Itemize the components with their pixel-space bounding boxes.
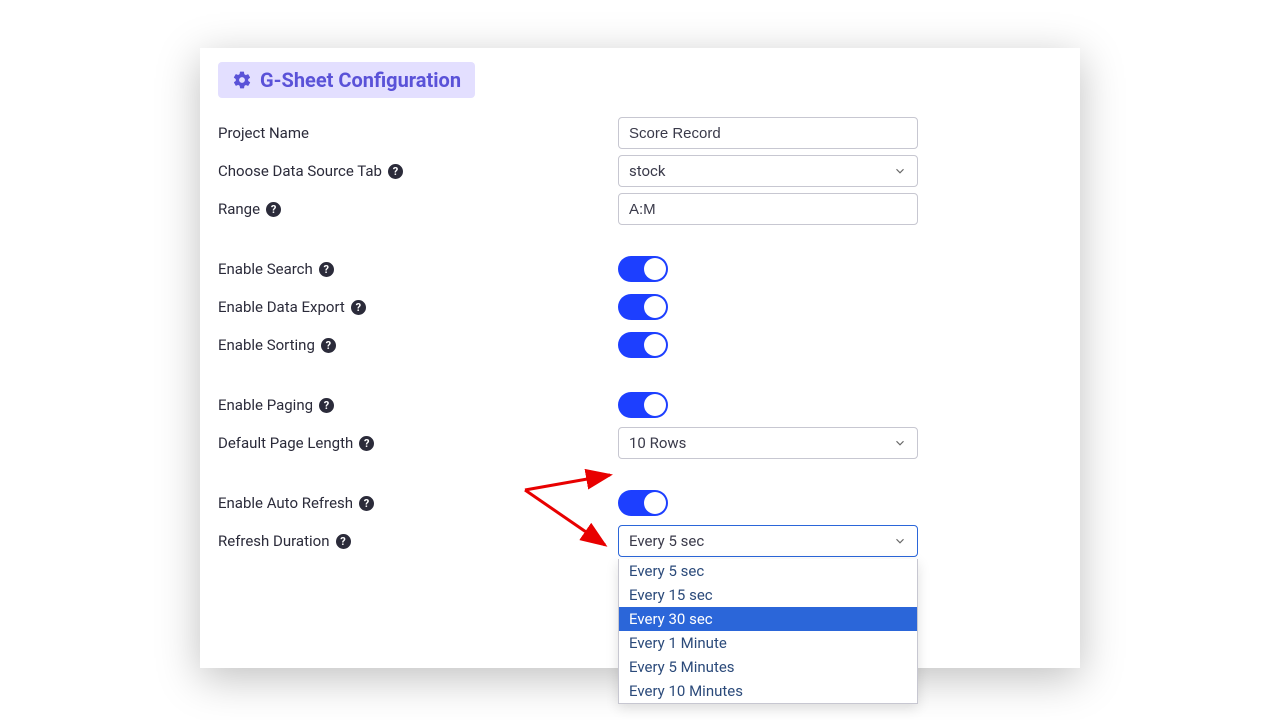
- label-text: Refresh Duration: [218, 532, 330, 550]
- refresh-option[interactable]: Every 10 Minutes: [619, 679, 917, 703]
- select-value: stock: [629, 162, 666, 180]
- row-page-length: Default Page Length ? 10 Rows: [218, 426, 1062, 460]
- enable-paging-toggle[interactable]: [618, 392, 668, 418]
- label-text: Enable Paging: [218, 396, 313, 414]
- help-icon[interactable]: ?: [388, 164, 403, 179]
- label-enable-search: Enable Search ?: [218, 260, 618, 278]
- row-enable-sorting: Enable Sorting ?: [218, 328, 1062, 362]
- data-source-select[interactable]: stock: [618, 155, 918, 187]
- help-icon[interactable]: ?: [321, 338, 336, 353]
- label-enable-paging: Enable Paging ?: [218, 396, 618, 414]
- label-text: Choose Data Source Tab: [218, 162, 382, 180]
- label-enable-sorting: Enable Sorting ?: [218, 336, 618, 354]
- chevron-down-icon: [893, 534, 907, 548]
- row-refresh-duration: Refresh Duration ? Every 5 sec Every 5 s…: [218, 524, 1062, 558]
- row-data-source: Choose Data Source Tab ? stock: [218, 154, 1062, 188]
- refresh-option[interactable]: Every 1 Minute: [619, 631, 917, 655]
- help-icon[interactable]: ?: [319, 398, 334, 413]
- refresh-option[interactable]: Every 5 Minutes: [619, 655, 917, 679]
- row-project-name: Project Name: [218, 116, 1062, 150]
- label-text: Default Page Length: [218, 434, 353, 452]
- label-text: Enable Data Export: [218, 298, 345, 316]
- label-text: Enable Sorting: [218, 336, 315, 354]
- refresh-option[interactable]: Every 30 sec: [619, 607, 917, 631]
- enable-sorting-toggle[interactable]: [618, 332, 668, 358]
- refresh-option[interactable]: Every 5 sec: [619, 559, 917, 583]
- gear-icon: [232, 70, 252, 90]
- row-range: Range ?: [218, 192, 1062, 226]
- refresh-duration-dropdown: Every 5 secEvery 15 secEvery 30 secEvery…: [618, 559, 918, 704]
- label-auto-refresh: Enable Auto Refresh ?: [218, 494, 618, 512]
- select-value: 10 Rows: [629, 434, 686, 452]
- help-icon[interactable]: ?: [319, 262, 334, 277]
- enable-search-toggle[interactable]: [618, 256, 668, 282]
- label-text: Enable Auto Refresh: [218, 494, 353, 512]
- row-enable-export: Enable Data Export ?: [218, 290, 1062, 324]
- range-input[interactable]: [618, 193, 918, 225]
- help-icon[interactable]: ?: [266, 202, 281, 217]
- label-data-source: Choose Data Source Tab ?: [218, 162, 618, 180]
- label-text: Project Name: [218, 124, 309, 142]
- refresh-option[interactable]: Every 15 sec: [619, 583, 917, 607]
- project-name-input[interactable]: [618, 117, 918, 149]
- label-project-name: Project Name: [218, 124, 618, 142]
- row-enable-paging: Enable Paging ?: [218, 388, 1062, 422]
- refresh-duration-select[interactable]: Every 5 sec: [618, 525, 918, 557]
- config-panel: G-Sheet Configuration Project Name Choos…: [200, 48, 1080, 668]
- page-length-select[interactable]: 10 Rows: [618, 427, 918, 459]
- help-icon[interactable]: ?: [359, 496, 374, 511]
- label-text: Range: [218, 200, 260, 218]
- help-icon[interactable]: ?: [359, 436, 374, 451]
- auto-refresh-toggle[interactable]: [618, 490, 668, 516]
- row-enable-search: Enable Search ?: [218, 252, 1062, 286]
- help-icon[interactable]: ?: [351, 300, 366, 315]
- label-range: Range ?: [218, 200, 618, 218]
- enable-export-toggle[interactable]: [618, 294, 668, 320]
- label-refresh-duration: Refresh Duration ?: [218, 532, 618, 550]
- row-auto-refresh: Enable Auto Refresh ?: [218, 486, 1062, 520]
- panel-header: G-Sheet Configuration: [218, 62, 475, 98]
- label-page-length: Default Page Length ?: [218, 434, 618, 452]
- help-icon[interactable]: ?: [336, 534, 351, 549]
- panel-title: G-Sheet Configuration: [260, 68, 461, 92]
- label-text: Enable Search: [218, 260, 313, 278]
- label-enable-export: Enable Data Export ?: [218, 298, 618, 316]
- chevron-down-icon: [893, 436, 907, 450]
- chevron-down-icon: [893, 164, 907, 178]
- select-value: Every 5 sec: [629, 532, 704, 550]
